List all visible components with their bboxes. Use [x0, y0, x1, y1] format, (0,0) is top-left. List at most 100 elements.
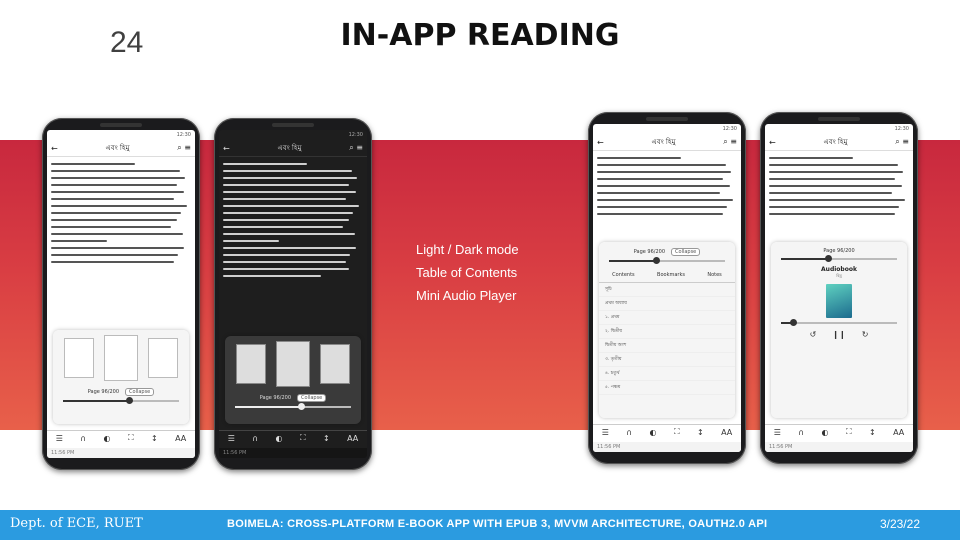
status-bar: 12:30: [176, 132, 191, 138]
book-text: [593, 151, 741, 222]
collapse-button[interactable]: Collapse: [125, 388, 155, 396]
back-arrow-icon[interactable]: ←: [51, 144, 58, 153]
toc-icon[interactable]: ☰: [774, 428, 781, 437]
tab-notes[interactable]: Notes: [707, 272, 721, 278]
feature-list: Light / Dark mode Table of Contents Mini…: [416, 238, 519, 307]
toc-icon[interactable]: ☰: [228, 434, 235, 443]
back-arrow-icon[interactable]: ←: [223, 144, 230, 153]
page-thumbnail-current[interactable]: [104, 335, 138, 381]
toc-item[interactable]: ৩. তৃতীয়: [599, 353, 735, 367]
tab-contents[interactable]: Contents: [612, 272, 635, 278]
font-size-button[interactable]: AA: [893, 428, 904, 437]
toc-item[interactable]: ৫. পঞ্চম: [599, 381, 735, 395]
phone-toc: 12:30 ← এবং হিমু ⌕ ≡ Page 96/200 Collaps…: [588, 112, 746, 464]
headphones-icon[interactable]: ∩: [798, 428, 804, 437]
font-size-button[interactable]: AA: [721, 428, 732, 437]
book-text: [47, 157, 195, 270]
page-thumbnail[interactable]: [64, 338, 94, 378]
search-icon[interactable]: ⌕ ≡: [349, 143, 363, 153]
tab-bookmarks[interactable]: Bookmarks: [657, 272, 685, 278]
slide-footer: Dept. of ECE, RUET BOIMELA: CROSS-PLATFO…: [0, 510, 960, 540]
audiobook-cover: [826, 284, 852, 318]
status-bar: 12:30: [722, 126, 737, 132]
line-spacing-icon[interactable]: ↕: [869, 428, 876, 437]
font-size-button[interactable]: AA: [175, 434, 186, 443]
page-thumbnail[interactable]: [148, 338, 178, 378]
reader-app-bar: ← এবং হিমু ⌕ ≡: [765, 134, 913, 151]
reader-app-bar: ← এবং হিমু ⌕ ≡: [593, 134, 741, 151]
fullscreen-icon[interactable]: ⛶: [128, 433, 134, 443]
search-icon[interactable]: ⌕ ≡: [177, 143, 191, 153]
reader-screen: 12:30 ← এবং হিমু ⌕ ≡ Page 96/200 Collaps…: [593, 124, 741, 452]
feature-item: Light / Dark mode: [416, 242, 519, 257]
reader-app-bar: ← এবং হিমু ⌕ ≡: [219, 140, 367, 157]
headphones-icon[interactable]: ∩: [252, 434, 258, 443]
feature-item: Mini Audio Player: [416, 288, 517, 303]
toc-item[interactable]: ১. প্রথম: [599, 311, 735, 325]
theme-toggle-icon[interactable]: ◐: [822, 428, 829, 437]
forward-icon[interactable]: ↻: [862, 330, 869, 339]
toc-item[interactable]: সূচি: [599, 283, 735, 297]
toc-icon[interactable]: ☰: [602, 428, 609, 437]
book-text: [765, 151, 913, 222]
page-indicator: Page 96/200: [259, 395, 292, 401]
reader-toolbar: ☰ ∩ ◐ ⛶ ↕ AA: [765, 424, 913, 439]
theme-toggle-icon[interactable]: ◐: [104, 434, 111, 443]
page-indicator: Page 96/200: [87, 389, 120, 395]
footer-bar: 11:56 PM: [593, 442, 741, 452]
fullscreen-icon[interactable]: ⛶: [846, 427, 852, 437]
search-icon[interactable]: ⌕ ≡: [723, 137, 737, 147]
back-arrow-icon[interactable]: ←: [597, 138, 604, 147]
page-thumbnail[interactable]: [320, 344, 350, 384]
book-title: এবং হিমু: [105, 144, 130, 152]
theme-toggle-icon[interactable]: ◐: [650, 428, 657, 437]
collapse-button[interactable]: Collapse: [671, 248, 701, 256]
phone-dark-reader: 12:30 ← এবং হিমু ⌕ ≡ Page 96/200 Collaps…: [214, 118, 372, 470]
font-size-button[interactable]: AA: [347, 434, 358, 443]
phone-light-reader: 12:30 ← এবং হিমু ⌕ ≡ Page 96/200 Collaps…: [42, 118, 200, 470]
line-spacing-icon[interactable]: ↕: [697, 428, 704, 437]
pause-icon[interactable]: ❙❙: [832, 330, 845, 339]
page-slider[interactable]: [781, 255, 897, 262]
headphones-icon[interactable]: ∩: [626, 428, 632, 437]
headphones-icon[interactable]: ∩: [80, 434, 86, 443]
page-slider[interactable]: [235, 403, 351, 410]
toc-item[interactable]: দ্বিতীয় অংশ: [599, 339, 735, 353]
page-thumbnail-current[interactable]: [276, 341, 310, 387]
camera-notch: [100, 123, 142, 127]
fullscreen-icon[interactable]: ⛶: [300, 433, 306, 443]
audio-controls: ↺ ❙❙ ↻: [771, 330, 907, 339]
search-icon[interactable]: ⌕ ≡: [895, 137, 909, 147]
toc-icon[interactable]: ☰: [56, 434, 63, 443]
audio-progress[interactable]: [781, 319, 897, 326]
theme-toggle-icon[interactable]: ◐: [276, 434, 283, 443]
page-navigator-panel: Page 96/200 Collapse: [53, 330, 189, 424]
reader-app-bar: ← এবং হিমু ⌕ ≡: [47, 140, 195, 157]
footer-department: Dept. of ECE, RUET: [10, 516, 143, 531]
reader-screen: 12:30 ← এবং হিমু ⌕ ≡ Page 96/200 Audiobo…: [765, 124, 913, 452]
footer-date: 3/23/22: [879, 517, 920, 531]
camera-notch: [646, 117, 688, 121]
footer-bar: 11:56 PM: [765, 442, 913, 452]
toc-item[interactable]: ২. দ্বিতীয়: [599, 325, 735, 339]
book-title: এবং হিমু: [823, 138, 848, 146]
toc-item[interactable]: প্রথম অধ্যায়: [599, 297, 735, 311]
rewind-icon[interactable]: ↺: [810, 330, 817, 339]
page-thumbnail[interactable]: [236, 344, 266, 384]
collapse-button[interactable]: Collapse: [297, 394, 327, 402]
back-arrow-icon[interactable]: ←: [769, 138, 776, 147]
audio-panel: Page 96/200 Audiobook হিমু ↺ ❙❙ ↻: [771, 242, 907, 418]
audio-subtitle: হিমু: [836, 273, 842, 278]
status-bar: 12:30: [348, 132, 363, 138]
fullscreen-icon[interactable]: ⛶: [674, 427, 680, 437]
camera-notch: [272, 123, 314, 127]
toc-item[interactable]: ৪. চতুর্থ: [599, 367, 735, 381]
line-spacing-icon[interactable]: ↕: [323, 434, 330, 443]
reader-toolbar: ☰ ∩ ◐ ⛶ ↕ AA: [219, 430, 367, 445]
line-spacing-icon[interactable]: ↕: [151, 434, 158, 443]
page-slider[interactable]: [63, 397, 179, 404]
page-slider[interactable]: [609, 257, 725, 264]
toc-tabs: Contents Bookmarks Notes: [599, 268, 735, 283]
audio-title: Audiobook: [821, 266, 857, 273]
reader-screen: 12:30 ← এবং হিমু ⌕ ≡ Page 96/200 Collaps…: [219, 130, 367, 458]
